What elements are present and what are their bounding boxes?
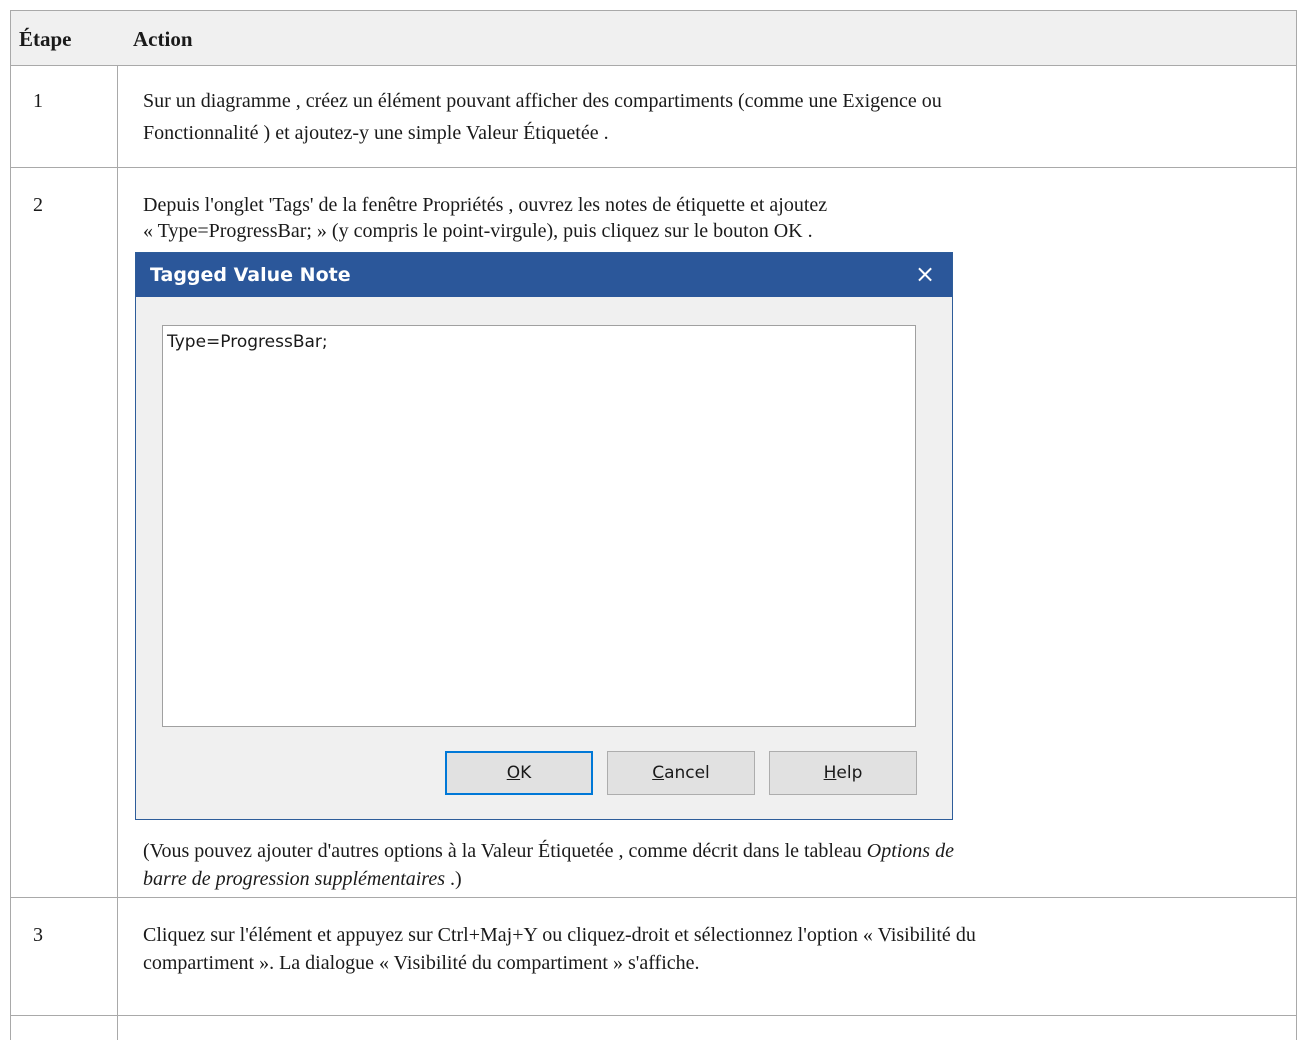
step-number: 1 — [33, 90, 43, 112]
dialog-title: Tagged Value Note — [150, 264, 351, 286]
step-text-line: Sur un diagramme , créez un élément pouv… — [143, 90, 942, 112]
step-text-line: Fonctionnalité ) et ajoutez-y une simple… — [143, 122, 609, 144]
table-header: Étape Action — [11, 10, 1296, 66]
dialog-titlebar: Tagged Value Note × — [136, 253, 952, 297]
header-action: Action — [133, 27, 193, 51]
step-number: 2 — [33, 194, 43, 216]
help-button[interactable]: Help — [769, 751, 917, 795]
note-text-line: (Vous pouvez ajouter d'autres options à … — [143, 840, 954, 862]
cancel-button[interactable]: Cancel — [607, 751, 755, 795]
ok-button[interactable]: OK — [445, 751, 593, 795]
step-text-line: Cliquez sur l'élément et appuyez sur Ctr… — [143, 924, 976, 946]
close-icon[interactable]: × — [910, 259, 940, 289]
tagged-value-note-dialog: Tagged Value Note × Type=ProgressBar; OK… — [135, 252, 953, 820]
table-row: 3 Cliquez sur l'élément et appuyez sur C… — [11, 898, 1296, 1016]
step-number: 3 — [33, 924, 43, 946]
step-text-line: Depuis l'onglet 'Tags' de la fenêtre Pro… — [143, 194, 828, 216]
note-text-line: barre de progression supplémentaires .) — [143, 868, 462, 890]
table-row: 1 Sur un diagramme , créez un élément po… — [11, 66, 1296, 168]
step-text-line: compartiment ». La dialogue « Visibilité… — [143, 952, 700, 974]
header-step: Étape — [19, 27, 72, 51]
step-text-line: « Type=ProgressBar; » (y compris le poin… — [143, 220, 813, 242]
note-text-area[interactable]: Type=ProgressBar; — [162, 325, 916, 727]
